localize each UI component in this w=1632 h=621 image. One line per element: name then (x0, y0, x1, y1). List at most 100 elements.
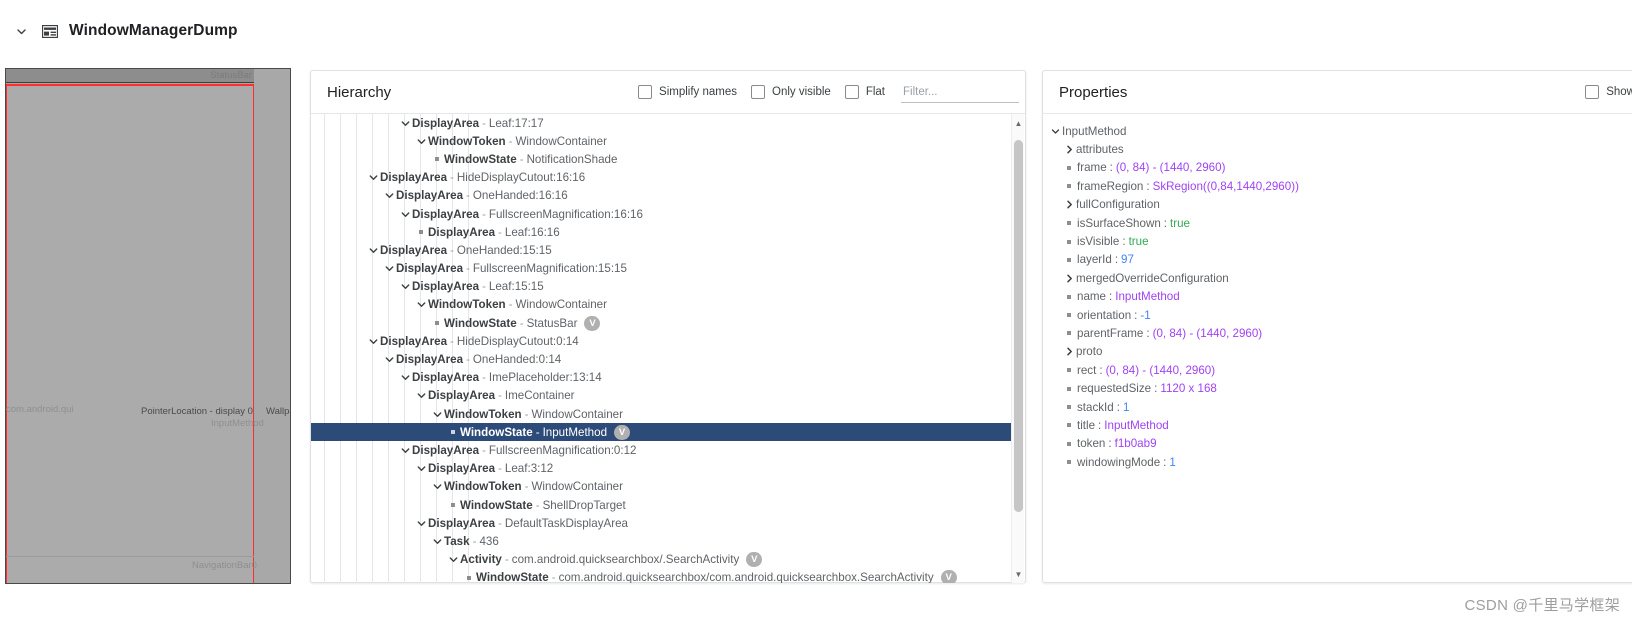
tree-row[interactable]: WindowToken - WindowContainer (311, 478, 1011, 496)
chevron-down-icon[interactable] (415, 299, 428, 310)
chevron-right-icon[interactable] (1063, 199, 1076, 210)
tree-row[interactable]: DisplayArea - ImePlaceholder:13:14 (311, 369, 1011, 387)
property-row[interactable]: stackId:1 (1049, 398, 1632, 416)
property-row[interactable]: layerId:97 (1049, 251, 1632, 269)
property-row[interactable]: title: InputMethod (1049, 416, 1632, 434)
checkbox-flat[interactable]: Flat (844, 85, 885, 99)
property-row[interactable]: attributes (1049, 140, 1632, 158)
tree-row[interactable]: DisplayArea - Leaf:17:17 (311, 114, 1011, 132)
property-key: attributes (1076, 143, 1124, 157)
tree-row[interactable]: DisplayArea - HideDisplayCutout:0:14 (311, 332, 1011, 350)
checkbox-box-icon[interactable] (751, 85, 766, 99)
property-row[interactable]: isVisible: true (1049, 232, 1632, 250)
property-row[interactable]: fullConfiguration (1049, 196, 1632, 214)
property-row[interactable]: requestedSize:1120 x 168 (1049, 379, 1632, 397)
tree-row[interactable]: WindowState - InputMethod V (311, 423, 1011, 442)
checkbox-simplify-names[interactable]: Simplify names (638, 85, 737, 99)
checkbox-box-icon[interactable] (638, 85, 653, 99)
chevron-down-icon[interactable] (431, 481, 444, 492)
chevron-right-icon[interactable] (1063, 273, 1076, 284)
properties-list[interactable]: InputMethod attributes frame: (0, 84) - (1… (1043, 114, 1632, 583)
chevron-right-icon[interactable] (1063, 144, 1076, 155)
property-row[interactable]: parentFrame: (0, 84) - (1440, 2960) (1049, 324, 1632, 342)
chevron-down-icon[interactable] (367, 245, 380, 256)
tree-node-separator: - (498, 462, 502, 476)
chevron-down-icon[interactable] (399, 118, 412, 129)
tree-row[interactable]: DisplayArea - OneHanded:15:15 (311, 241, 1011, 259)
tree-row[interactable]: Activity - com.android.quicksearchbox/.Sea… (311, 551, 1011, 569)
property-row[interactable]: mergedOverrideConfiguration (1049, 269, 1632, 287)
tree-row[interactable]: WindowState - com.android.quicksearchbox/c… (311, 569, 1011, 583)
tree-row[interactable]: Task -436 (311, 532, 1011, 550)
tree-row[interactable]: DisplayArea - HideDisplayCutout:16:16 (311, 169, 1011, 187)
chevron-down-icon[interactable] (415, 390, 428, 401)
checkbox-only-visible[interactable]: Only visible (751, 85, 831, 99)
tree-row[interactable]: DisplayArea - FullscreenMagnification:16:1… (311, 205, 1011, 223)
tree-node-type: WindowToken (428, 298, 506, 312)
chevron-down-icon[interactable] (431, 409, 444, 420)
visibility-badge: V (584, 315, 601, 331)
tree-row[interactable]: DisplayArea - FullscreenMagnification:0:12 (311, 441, 1011, 459)
property-row[interactable]: frameRegion: SkRegion((0,84,1440,2960)) (1049, 177, 1632, 195)
property-row[interactable]: name: InputMethod (1049, 288, 1632, 306)
preview-label-wallpaper: Wallpaper (266, 406, 290, 417)
scrollbar-thumb[interactable] (1014, 140, 1023, 512)
chevron-down-icon[interactable] (415, 518, 428, 529)
tree-row[interactable]: WindowState - NotificationShade (311, 150, 1011, 168)
hierarchy-tree[interactable]: DisplayArea - Leaf:17:17 WindowToken - Window… (311, 114, 1025, 583)
property-row[interactable]: rect: (0, 84) - (1440, 2960) (1049, 361, 1632, 379)
chevron-down-icon[interactable] (383, 354, 396, 365)
chevron-down-icon[interactable] (383, 263, 396, 274)
property-row[interactable]: windowingMode:1 (1049, 453, 1632, 471)
property-row[interactable]: token: f1b0ab9 (1049, 435, 1632, 453)
tree-row[interactable]: DisplayArea - Leaf:15:15 (311, 278, 1011, 296)
chevron-down-icon[interactable] (399, 281, 412, 292)
tree-row[interactable]: WindowToken - WindowContainer (311, 296, 1011, 314)
chevron-down-icon[interactable] (399, 372, 412, 383)
chevron-down-icon[interactable] (399, 445, 412, 456)
property-row[interactable]: frame: (0, 84) - (1440, 2960) (1049, 159, 1632, 177)
leaf-dot-icon (1067, 165, 1071, 170)
chevron-down-icon[interactable] (1049, 126, 1062, 137)
scroll-up-icon[interactable]: ▲ (1012, 116, 1025, 130)
filter-input[interactable] (901, 84, 1019, 99)
tree-row[interactable]: WindowState - StatusBar V (311, 314, 1011, 332)
tree-row[interactable]: WindowToken - WindowContainer (311, 405, 1011, 423)
hierarchy-filter-field[interactable] (901, 82, 1019, 103)
chevron-down-icon[interactable] (8, 18, 34, 44)
properties-panel-header: Properties Show (1043, 71, 1632, 114)
property-key: parentFrame (1077, 326, 1144, 340)
leaf-dot-icon (435, 321, 439, 326)
chevron-down-icon[interactable] (367, 336, 380, 347)
chevron-right-icon[interactable] (1063, 346, 1076, 357)
chevron-down-icon[interactable] (415, 463, 428, 474)
device-preview[interactable]: StatusBar com.android.qui PointerLocatio… (5, 68, 291, 584)
tree-row[interactable]: DisplayArea - FullscreenMagnification:15:1… (311, 260, 1011, 278)
tree-row[interactable]: DisplayArea - Leaf:3:12 (311, 460, 1011, 478)
tree-row[interactable]: WindowToken - WindowContainer (311, 132, 1011, 150)
property-row[interactable]: orientation: -1 (1049, 306, 1632, 324)
checkbox-box-icon[interactable] (844, 85, 859, 99)
chevron-down-icon[interactable] (367, 172, 380, 183)
tree-row[interactable]: DisplayArea - Leaf:16:16 (311, 223, 1011, 241)
tree-row[interactable]: DisplayArea - OneHanded:0:14 (311, 350, 1011, 368)
chevron-down-icon[interactable] (415, 136, 428, 147)
tree-row[interactable]: DisplayArea - DefaultTaskDisplayArea (311, 514, 1011, 532)
hierarchy-scrollbar[interactable]: ▲ ▼ (1011, 114, 1024, 583)
tree-row[interactable]: WindowState - ShellDropTarget (311, 496, 1011, 514)
scroll-down-icon[interactable]: ▼ (1012, 567, 1025, 581)
chevron-down-icon[interactable] (447, 554, 460, 565)
property-row[interactable]: isSurfaceShown: true (1049, 214, 1632, 232)
chevron-down-icon[interactable] (383, 190, 396, 201)
tree-node-type: DisplayArea (380, 334, 448, 348)
tree-row[interactable]: DisplayArea - ImeContainer (311, 387, 1011, 405)
properties-root-row[interactable]: InputMethod (1049, 122, 1632, 140)
tree-row[interactable]: DisplayArea - OneHanded:16:16 (311, 187, 1011, 205)
property-row[interactable]: proto (1049, 343, 1632, 361)
checkbox-show[interactable]: Show (1585, 85, 1632, 99)
tree-node-name: WindowContainer (531, 480, 623, 494)
tree-node-separator: - (519, 316, 524, 330)
chevron-down-icon[interactable] (431, 536, 444, 547)
chevron-down-icon[interactable] (399, 209, 412, 220)
checkbox-box-icon[interactable] (1585, 85, 1600, 99)
